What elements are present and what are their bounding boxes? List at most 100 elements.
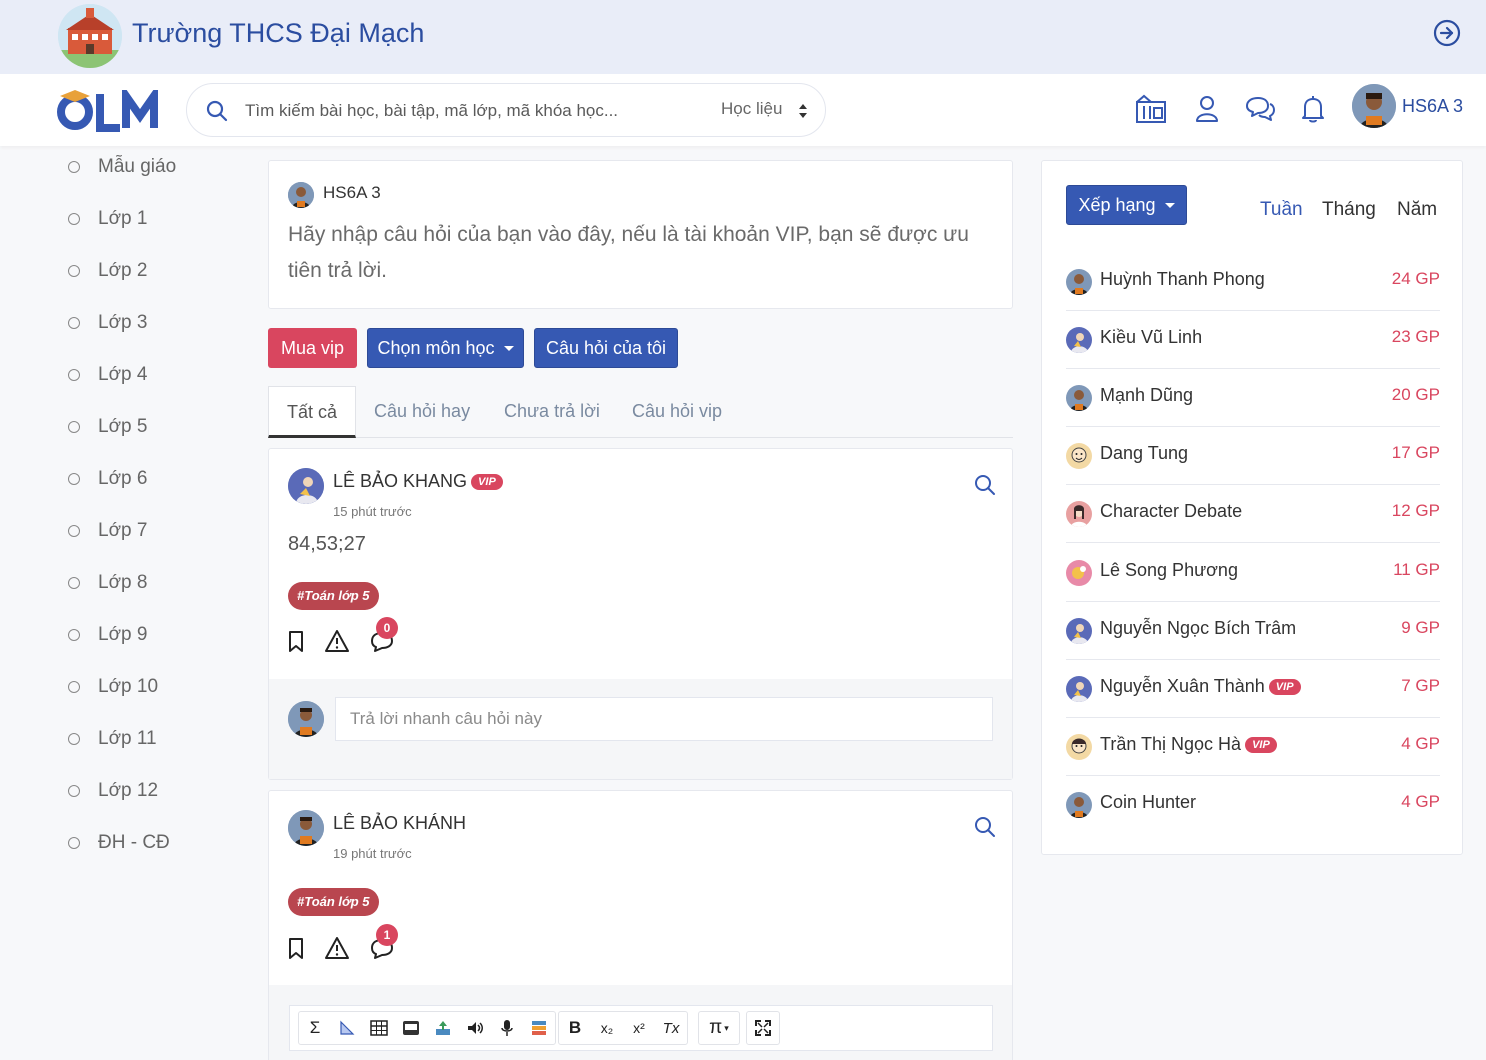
ranking-points: 11 GP: [1393, 560, 1440, 579]
bullet-icon: [68, 213, 80, 225]
ask-user-name: HS6A 3: [323, 183, 381, 202]
shape-icon[interactable]: [331, 1012, 363, 1044]
bookmark-icon[interactable]: [283, 935, 309, 961]
tab-unanswered[interactable]: Chưa trả lời: [504, 386, 600, 438]
sidebar-item-lop-6[interactable]: Lớp 6: [58, 464, 147, 494]
editor-toolbar: Σ B x₂ x² Tx π ▾: [289, 1005, 993, 1051]
search-scope-select[interactable]: Học liệu: [721, 99, 782, 119]
ranking-dropdown-button[interactable]: Xếp hạng: [1066, 185, 1187, 225]
bullet-icon: [68, 629, 80, 641]
comment-count-badge: 0: [376, 617, 398, 639]
avatar: [1066, 385, 1092, 411]
ranking-name: Dang Tung: [1100, 443, 1189, 463]
sidebar-item-lop-1[interactable]: Lớp 1: [58, 204, 147, 234]
olm-logo[interactable]: [56, 83, 162, 132]
ranking-row[interactable]: Nguyễn Xuân Thành VIP 7 GP: [1066, 660, 1440, 718]
bullet-icon: [68, 265, 80, 277]
question-author[interactable]: LÊ BẢO KHÁNH: [333, 813, 466, 834]
period-month[interactable]: Tháng: [1322, 199, 1376, 221]
ranking-row[interactable]: Coin Hunter 4 GP: [1066, 776, 1440, 834]
bookmark-icon[interactable]: [283, 628, 309, 654]
math-symbol-button[interactable]: π ▾: [699, 1012, 739, 1044]
question-author[interactable]: LÊ BẢO KHANG VIP: [333, 471, 503, 492]
sidebar-item-lop-3[interactable]: Lớp 3: [58, 308, 147, 338]
ranking-row[interactable]: Huỳnh Thanh Phong 24 GP: [1066, 253, 1440, 311]
ranking-row[interactable]: Lê Song Phương 11 GP: [1066, 544, 1440, 602]
bullet-icon: [68, 837, 80, 849]
search-icon[interactable]: [205, 99, 229, 123]
school-name[interactable]: Trường THCS Đại Mạch: [132, 18, 424, 49]
ask-prompt[interactable]: Hãy nhập câu hỏi của bạn vào đây, nếu là…: [288, 217, 988, 289]
library-icon[interactable]: [1134, 92, 1168, 126]
author-name: LÊ BẢO KHÁNH: [333, 813, 467, 833]
chat-icon[interactable]: [1243, 92, 1277, 126]
user-name[interactable]: HS6A 3: [1402, 96, 1463, 117]
ranking-row[interactable]: Trần Thị Ngọc Hà VIP 4 GP: [1066, 718, 1440, 776]
sidebar-item-lop-9[interactable]: Lớp 9: [58, 620, 147, 650]
sidebar-item-lop-10[interactable]: Lớp 10: [58, 672, 158, 702]
template-icon[interactable]: [523, 1012, 555, 1044]
ranking-row[interactable]: Kiều Vũ Linh 23 GP: [1066, 311, 1440, 369]
sidebar-item-label: Lớp 12: [98, 780, 159, 801]
sidebar-item-label: Lớp 5: [98, 416, 148, 437]
sidebar-item-lop-2[interactable]: Lớp 2: [58, 256, 147, 286]
avatar[interactable]: [288, 810, 324, 846]
ranking-name-text: Nguyễn Xuân Thành: [1100, 676, 1265, 696]
sort-arrows-icon[interactable]: [797, 101, 809, 121]
quick-reply-area: [269, 679, 1012, 779]
image-upload-icon[interactable]: [427, 1012, 459, 1044]
quick-reply-input[interactable]: [335, 697, 993, 741]
sum-button[interactable]: Σ: [299, 1012, 331, 1044]
ranking-row[interactable]: Character Debate 12 GP: [1066, 485, 1440, 543]
tab-vip-questions[interactable]: Câu hỏi vip: [632, 386, 722, 438]
ask-question-card[interactable]: HS6A 3 Hãy nhập câu hỏi của bạn vào đây,…: [268, 160, 1013, 309]
logout-icon[interactable]: [1432, 18, 1462, 48]
choose-subject-button[interactable]: Chọn môn học: [367, 328, 524, 368]
period-year[interactable]: Năm: [1397, 199, 1437, 221]
sidebar-item-lop-8[interactable]: Lớp 8: [58, 568, 147, 598]
bullet-icon: [68, 681, 80, 693]
sidebar-item-lop-12[interactable]: Lớp 12: [58, 776, 158, 806]
buy-vip-button[interactable]: Mua vip: [268, 328, 357, 368]
fullscreen-icon[interactable]: [747, 1012, 779, 1044]
subscript-button[interactable]: x₂: [591, 1012, 623, 1044]
tab-good-questions[interactable]: Câu hỏi hay: [374, 386, 470, 438]
user-icon[interactable]: [1190, 92, 1224, 126]
sidebar-item-lop-11[interactable]: Lớp 11: [58, 724, 157, 754]
microphone-icon[interactable]: [491, 1012, 523, 1044]
period-week[interactable]: Tuần: [1260, 199, 1303, 221]
search-input[interactable]: [245, 97, 665, 125]
avatar[interactable]: [288, 468, 324, 504]
sidebar-item-mau-giao[interactable]: Mẫu giáo: [58, 152, 176, 182]
sidebar-item-lop-7[interactable]: Lớp 7: [58, 516, 147, 546]
sidebar-item-lop-4[interactable]: Lớp 4: [58, 360, 147, 390]
ranking-row[interactable]: Nguyễn Ngọc Bích Trâm 9 GP: [1066, 602, 1440, 660]
video-icon[interactable]: [395, 1012, 427, 1044]
avatar[interactable]: [1352, 84, 1396, 128]
superscript-button[interactable]: x²: [623, 1012, 655, 1044]
table-icon[interactable]: [363, 1012, 395, 1044]
ranking-panel: Xếp hạng Tuần Tháng Năm Huỳnh Thanh Phon…: [1041, 160, 1463, 855]
bullet-icon: [68, 369, 80, 381]
format-tool-group: B x₂ x² Tx: [558, 1011, 688, 1045]
audio-icon[interactable]: [459, 1012, 491, 1044]
search-icon[interactable]: [973, 815, 997, 839]
sidebar-item-lop-5[interactable]: Lớp 5: [58, 412, 147, 442]
school-logo[interactable]: [58, 4, 122, 68]
ranking-row[interactable]: Dang Tung 17 GP: [1066, 427, 1440, 485]
sidebar-item-dh-cd[interactable]: ĐH - CĐ: [58, 828, 170, 858]
ranking-row[interactable]: Mạnh Dũng 20 GP: [1066, 369, 1440, 427]
school-header: Trường THCS Đại Mạch: [0, 0, 1486, 74]
subject-tag[interactable]: #Toán lớp 5: [288, 582, 379, 610]
subject-tag[interactable]: #Toán lớp 5: [288, 888, 379, 916]
clear-format-button[interactable]: Tx: [655, 1012, 687, 1044]
search-icon[interactable]: [973, 473, 997, 497]
avatar: [1066, 734, 1092, 760]
bold-button[interactable]: B: [559, 1012, 591, 1044]
report-icon[interactable]: [324, 935, 350, 961]
report-icon[interactable]: [324, 628, 350, 654]
my-questions-button[interactable]: Câu hỏi của tôi: [534, 328, 678, 368]
tab-all[interactable]: Tất cả: [268, 386, 357, 438]
vip-badge: VIP: [1245, 737, 1277, 753]
bell-icon[interactable]: [1296, 92, 1330, 126]
